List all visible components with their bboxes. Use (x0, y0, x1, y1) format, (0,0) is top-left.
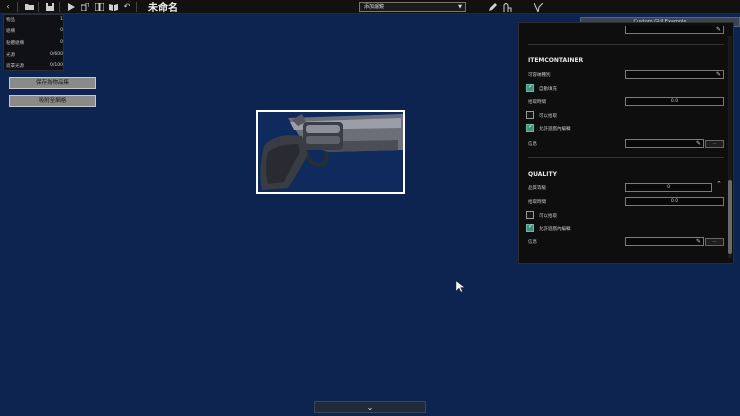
toolbar-separator (136, 1, 137, 12)
quality-section-title: QUALITY (528, 171, 557, 178)
stat-row-masked-lights: 遮罩光源 0/100 (6, 63, 63, 69)
folder-open-icon[interactable] (23, 1, 35, 13)
stat-label: 物品 (6, 18, 15, 23)
mouse-cursor-icon (455, 277, 466, 296)
toolbar-separator (59, 1, 60, 12)
stat-value: 1 (60, 17, 63, 22)
quality-info-more-button[interactable]: ... (705, 238, 724, 246)
pencil-icon[interactable]: ✎ (716, 71, 721, 78)
export-icon[interactable] (79, 1, 91, 13)
top-partial-field[interactable]: ✎ (625, 26, 724, 34)
auto-fill-label: 自動填充 (539, 87, 557, 92)
top-toolbar: ‹ ↶ 未命名 添加濾鏡 ▼ (0, 0, 740, 14)
stat-row-structures: 組構 0 (6, 28, 63, 34)
auto-fill-checkbox[interactable] (526, 83, 534, 92)
back-icon[interactable]: ‹ (2, 1, 14, 13)
stat-row-items: 物品 1 (6, 17, 63, 23)
stat-value: 0/100 (50, 63, 63, 68)
filter-dropdown-value: 添加濾鏡 (364, 4, 385, 10)
stat-row-sticky-structures: 粘體組構 0 (6, 40, 63, 46)
stat-value: 0 (60, 28, 63, 33)
accessible-by-field[interactable]: ✎ (625, 70, 724, 79)
quality-level-label: 品質等級 (528, 186, 546, 191)
stat-value: 0/600 (50, 52, 63, 57)
stats-panel: 物品 1 組構 0 粘體組構 0 光源 0/600 遮罩光源 0/100 (3, 14, 64, 71)
chevron-down-icon: ▼ (458, 4, 462, 10)
revolver-icon (258, 112, 403, 192)
pencil-icon[interactable]: ✎ (696, 238, 701, 245)
save-as-collection-button[interactable]: 保存為物品集 (9, 77, 96, 89)
itemcontainer-info-more-button[interactable]: ... (705, 140, 724, 148)
section-divider (528, 44, 724, 45)
book-icon[interactable] (93, 1, 105, 13)
stat-label: 光源 (6, 53, 15, 58)
quality-allow-edit-label: 允許遊戲內編輯 (539, 227, 571, 232)
chevron-up-icon[interactable]: ⌃ (716, 180, 722, 188)
stat-label: 遮罩光源 (6, 64, 24, 69)
section-divider (528, 157, 724, 158)
attach-grid-button[interactable]: 吸附至網格 (9, 95, 96, 107)
quality-allow-edit-checkbox[interactable] (526, 223, 534, 232)
pencil-icon[interactable] (488, 1, 497, 13)
undo-icon[interactable]: ↶ (121, 1, 133, 13)
bottom-panel-toggle[interactable]: ⌄ (314, 401, 426, 413)
toolbar-separator (17, 1, 18, 12)
toolbar-separator (38, 1, 39, 12)
itemcontainer-pickup-time-field[interactable]: 0.0 (625, 97, 724, 106)
network-icon[interactable] (534, 1, 543, 13)
chevron-down-icon: ⌄ (366, 402, 374, 412)
stat-label: 組構 (6, 29, 15, 34)
split-icon[interactable] (503, 1, 512, 13)
accessible-by-label: 可容納種別 (528, 73, 551, 78)
pencil-icon[interactable]: ✎ (716, 26, 721, 33)
quality-pickable-label: 可以拾取 (539, 214, 557, 219)
quality-info-field[interactable]: ✎ (625, 237, 704, 246)
itemcontainer-info-label: 信息 (528, 142, 537, 147)
itemcontainer-pickable-label: 可以拾取 (539, 114, 557, 119)
filter-dropdown[interactable]: 添加濾鏡 ▼ (359, 2, 466, 12)
itemcontainer-pickable-checkbox[interactable] (526, 111, 534, 119)
quality-pickup-time-field[interactable]: 0.0 (625, 197, 724, 206)
itemcontainer-section-title: ITEMCONTAINER (528, 57, 584, 64)
quality-pickup-time-label: 拾取時間 (528, 200, 546, 205)
save-icon[interactable] (44, 1, 56, 13)
quality-pickable-checkbox[interactable] (526, 211, 534, 219)
revolver-item-image[interactable] (256, 110, 405, 194)
stat-value: 0 (60, 40, 63, 45)
itemcontainer-pickup-time-label: 拾取時間 (528, 100, 546, 105)
quality-level-field[interactable]: 0 (625, 183, 712, 192)
itemcontainer-allow-edit-checkbox[interactable] (526, 123, 534, 132)
book-open-icon[interactable] (107, 1, 119, 13)
quality-info-label: 信息 (528, 240, 537, 245)
inspector-scrollbar-thumb[interactable] (728, 180, 732, 254)
pencil-icon[interactable]: ✎ (696, 140, 701, 147)
itemcontainer-info-field[interactable]: ✎ (625, 139, 704, 148)
play-icon[interactable] (65, 1, 77, 13)
stat-row-lights: 光源 0/600 (6, 52, 63, 58)
itemcontainer-allow-edit-label: 允許遊戲內編輯 (539, 127, 571, 132)
document-title: 未命名 (148, 3, 178, 14)
stat-label: 粘體組構 (6, 41, 24, 46)
